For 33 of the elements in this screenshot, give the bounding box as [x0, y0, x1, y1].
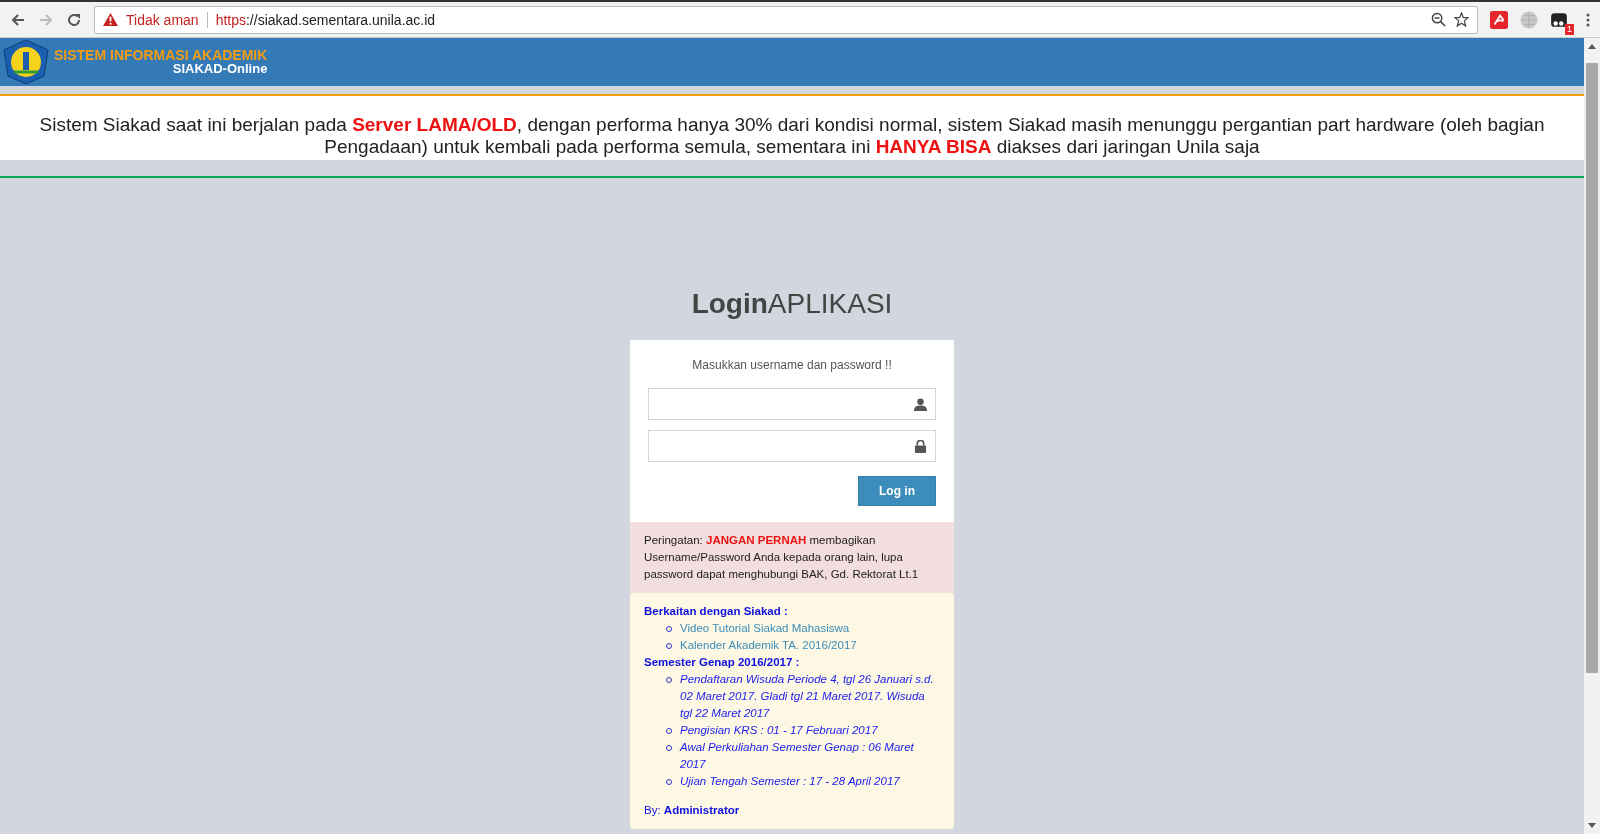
scrollbar[interactable]	[1584, 38, 1600, 834]
extension-icon[interactable]	[1550, 10, 1568, 29]
announcement-text: Pendaftaran Wisuda Periode 4, tgl 26 Januari s.d. 02 Maret 2017. Gladi tgl 21 Maret 2017. Wisuda tgl 22 Maret 2017	[680, 672, 935, 721]
zoom-out-icon[interactable]	[1431, 12, 1446, 27]
notification-badge: 1	[1565, 23, 1574, 35]
announcement-text: Pengisian KRS : 01 - 17 Februari 2017	[680, 723, 878, 738]
announcement-text: Awal Perkuliahan Semester Genap : 06 Maret 2017	[680, 740, 915, 772]
back-icon[interactable]	[10, 11, 26, 28]
url-text: https://siakad.sementara.unila.ac.id	[215, 11, 436, 28]
info-link[interactable]: Kalender Akademik TA. 2016/2017	[680, 637, 857, 654]
username-field[interactable]	[648, 388, 936, 420]
user-icon	[914, 397, 927, 411]
warning-message: Peringatan: JANGAN PERNAH membagikan Username/Password Anda kepada orang lain, lupa password dapat menghubungi BAK, Gd. Rektorat Lt.1	[630, 522, 954, 593]
menu-icon[interactable]	[1586, 11, 1590, 28]
system-subtitle: SIAKAD-Online	[172, 62, 268, 76]
login-title: LoginAPLIKASI	[691, 288, 893, 320]
section-heading: Berkaitan dengan Siakad :	[644, 604, 789, 619]
login-prompt: Masukkan username dan password !!	[691, 358, 893, 372]
security-label: Tidak aman	[126, 11, 208, 28]
password-field[interactable]	[648, 430, 936, 462]
announcement-text: Ujian Tengah Semester : 17 - 28 April 2017	[680, 774, 900, 789]
system-title: SISTEM INFORMASI AKADEMIK	[54, 48, 268, 62]
address-bar[interactable]: Tidak aman https://siakad.sementara.unila.ac.id	[94, 5, 1478, 34]
author-name: Administrator	[663, 804, 740, 816]
info-link[interactable]: Video Tutorial Siakad Mahasiswa	[680, 620, 850, 637]
author-label: By:	[644, 804, 661, 816]
warning-icon	[103, 13, 118, 26]
section-heading: Semester Genap 2016/2017 :	[644, 655, 801, 670]
star-icon[interactable]	[1454, 12, 1469, 27]
reload-icon[interactable]	[66, 11, 82, 28]
login-button[interactable]: Log in	[858, 476, 936, 506]
lock-icon	[914, 439, 927, 453]
university-logo-drawing	[2, 38, 50, 86]
